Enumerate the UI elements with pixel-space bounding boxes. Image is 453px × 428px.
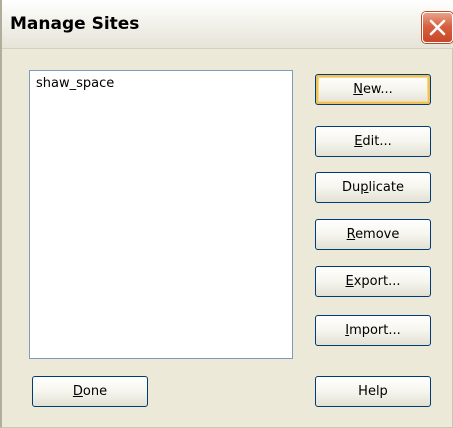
- import-button[interactable]: Import...: [315, 315, 431, 346]
- new-button-label: New...: [353, 82, 393, 97]
- sites-list[interactable]: shaw_space: [29, 70, 293, 359]
- new-button[interactable]: New...: [315, 74, 431, 105]
- import-button-label: Import...: [345, 323, 401, 338]
- remove-button-label: Remove: [346, 227, 400, 242]
- done-button[interactable]: Done: [32, 376, 148, 407]
- export-button[interactable]: Export...: [315, 266, 431, 297]
- title-bar[interactable]: Manage Sites: [2, 0, 453, 49]
- close-icon: [429, 19, 446, 36]
- site-list-item[interactable]: shaw_space: [36, 76, 114, 91]
- help-button-label: Help: [358, 384, 388, 399]
- help-button[interactable]: Help: [315, 376, 431, 407]
- edit-button[interactable]: Edit...: [315, 126, 431, 157]
- edit-button-label: Edit...: [354, 134, 392, 149]
- duplicate-button-label: Duplicate: [342, 180, 404, 195]
- duplicate-button[interactable]: Duplicate: [315, 172, 431, 203]
- export-button-label: Export...: [345, 274, 401, 289]
- manage-sites-dialog: Manage Sites shaw_space New... Edit... D…: [0, 0, 453, 428]
- remove-button[interactable]: Remove: [315, 219, 431, 250]
- dialog-title: Manage Sites: [10, 14, 140, 34]
- done-button-label: Done: [72, 384, 108, 399]
- close-button[interactable]: [422, 12, 453, 43]
